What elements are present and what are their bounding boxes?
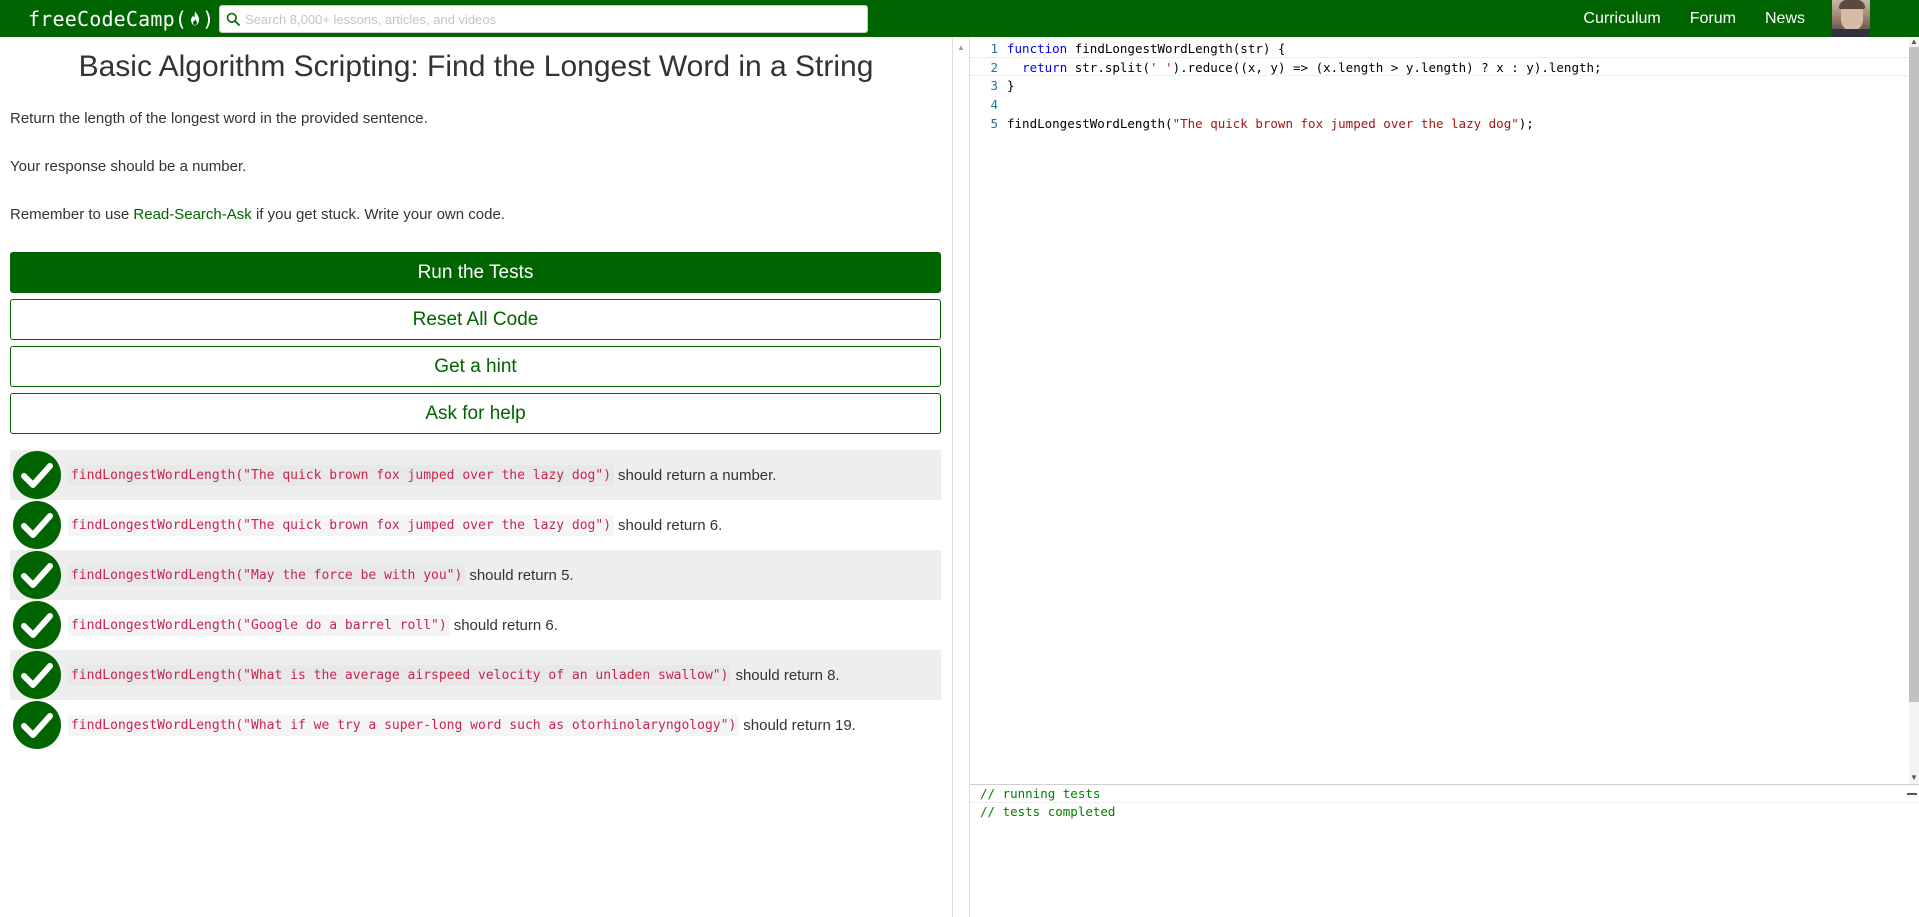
check-circle-icon	[13, 551, 61, 599]
test-code: findLongestWordLength("The quick brown f…	[68, 464, 615, 486]
reminder-before: Remember to use	[10, 206, 134, 223]
code-line-3: 3 }	[970, 76, 1909, 95]
test-code: findLongestWordLength("The quick brown f…	[68, 514, 615, 536]
check-circle-icon	[13, 501, 61, 549]
reminder-after: if you get stuck. Write your own code.	[251, 206, 505, 223]
code-string: ' '	[1150, 60, 1173, 75]
test-results: findLongestWordLength("The quick brown f…	[10, 450, 941, 750]
code-text: }	[1007, 78, 1015, 93]
test-expectation: should return 8.	[735, 666, 840, 684]
nav-link-news[interactable]: News	[1765, 10, 1805, 28]
code-line-4: 4	[970, 95, 1909, 114]
test-code: findLongestWordLength("What if we try a …	[68, 714, 740, 736]
code-text: );	[1518, 116, 1534, 131]
code-line-5: 5 findLongestWordLength("The quick brown…	[970, 114, 1909, 133]
code-line-1: 1 function findLongestWordLength(str) {	[970, 39, 1909, 58]
check-circle-icon	[13, 651, 61, 699]
challenge-pane: Basic Algorithm Scripting: Find the Long…	[0, 37, 952, 917]
scroll-up-arrow-icon[interactable]: ▲	[1910, 37, 1918, 46]
run-tests-button[interactable]: Run the Tests	[10, 252, 941, 293]
code-line-2: 2 return str.split(' ').reduce((x, y) =>…	[970, 57, 1909, 76]
search-icon	[226, 12, 240, 26]
test-code: findLongestWordLength("Google do a barre…	[68, 614, 450, 636]
code-string: "The quick brown fox jumped over the laz…	[1172, 116, 1519, 131]
test-expectation: should return 6.	[453, 616, 558, 634]
avatar-hair	[1839, 0, 1865, 9]
check-circle-icon	[13, 701, 61, 749]
scrollbar-thumb[interactable]	[1909, 47, 1919, 702]
reset-code-button[interactable]: Reset All Code	[10, 299, 941, 340]
check-circle-icon	[13, 451, 61, 499]
test-row: findLongestWordLength("The quick brown f…	[10, 500, 941, 550]
avatar-shirt	[1832, 29, 1870, 37]
challenge-note: Your response should be a number.	[10, 158, 247, 175]
editor-scrollbar[interactable]: ▲ ▼	[1909, 37, 1919, 784]
splitter-up-arrow-icon: ▲	[957, 43, 965, 52]
test-code: findLongestWordLength("May the force be …	[68, 564, 466, 586]
line-number: 1	[990, 41, 998, 56]
line-number: 3	[990, 78, 998, 93]
nav-links: Curriculum Forum News	[1583, 0, 1919, 37]
console-line: // running tests	[980, 786, 1101, 801]
challenge-description: Return the length of the longest word in…	[10, 110, 428, 127]
keyword-function: function	[1007, 41, 1068, 56]
flame-icon	[188, 10, 202, 27]
nav-link-curriculum[interactable]: Curriculum	[1583, 10, 1660, 28]
search-input[interactable]	[245, 11, 855, 27]
line-number: 4	[990, 97, 998, 112]
keyword-return: return	[1022, 60, 1068, 75]
get-hint-button[interactable]: Get a hint	[10, 346, 941, 387]
test-expectation: should return 19.	[743, 716, 856, 734]
test-row: findLongestWordLength("Google do a barre…	[10, 600, 941, 650]
line-number: 2	[990, 60, 998, 75]
ask-help-button[interactable]: Ask for help	[10, 393, 941, 434]
freecodecamp-logo[interactable]: freeCodeCamp( )	[28, 7, 214, 31]
challenge-title: Basic Algorithm Scripting: Find the Long…	[78, 50, 874, 83]
test-expectation: should return a number.	[618, 466, 777, 484]
test-code: findLongestWordLength("What is the avera…	[68, 664, 732, 686]
code-text: str.split(	[1067, 60, 1151, 75]
line-number: 5	[990, 116, 998, 131]
scroll-down-arrow-icon[interactable]: ▼	[1910, 773, 1918, 782]
code-text: ).reduce((x, y) => (x.length > y.length)…	[1172, 60, 1602, 75]
challenge-reminder: Remember to use Read-Search-Ask if you g…	[10, 206, 505, 223]
test-expectation: should return 5.	[469, 566, 574, 584]
code-text: findLongestWordLength(str) {	[1067, 41, 1286, 56]
read-search-ask-link[interactable]: Read-Search-Ask	[133, 206, 251, 223]
logo-text-close: )	[202, 6, 215, 31]
test-row: findLongestWordLength("The quick brown f…	[10, 450, 941, 500]
top-navbar: freeCodeCamp( ) Curriculum Forum News	[0, 0, 1919, 37]
user-avatar[interactable]	[1832, 0, 1870, 37]
test-row: findLongestWordLength("What if we try a …	[10, 700, 941, 750]
test-expectation: should return 6.	[618, 516, 723, 534]
output-console: // running tests // tests completed	[970, 785, 1919, 917]
search-bar[interactable]	[219, 5, 868, 33]
code-editor[interactable]: 1 function findLongestWordLength(str) { …	[970, 37, 1909, 784]
code-text: findLongestWordLength(	[1007, 116, 1173, 131]
minimize-icon[interactable]	[1907, 793, 1917, 795]
test-row: findLongestWordLength("What is the avera…	[10, 650, 941, 700]
logo-text: freeCodeCamp(	[28, 6, 188, 31]
nav-link-forum[interactable]: Forum	[1690, 10, 1736, 28]
pane-splitter[interactable]: ▲	[952, 37, 970, 917]
console-line: // tests completed	[980, 804, 1116, 819]
test-row: findLongestWordLength("May the force be …	[10, 550, 941, 600]
check-circle-icon	[13, 601, 61, 649]
